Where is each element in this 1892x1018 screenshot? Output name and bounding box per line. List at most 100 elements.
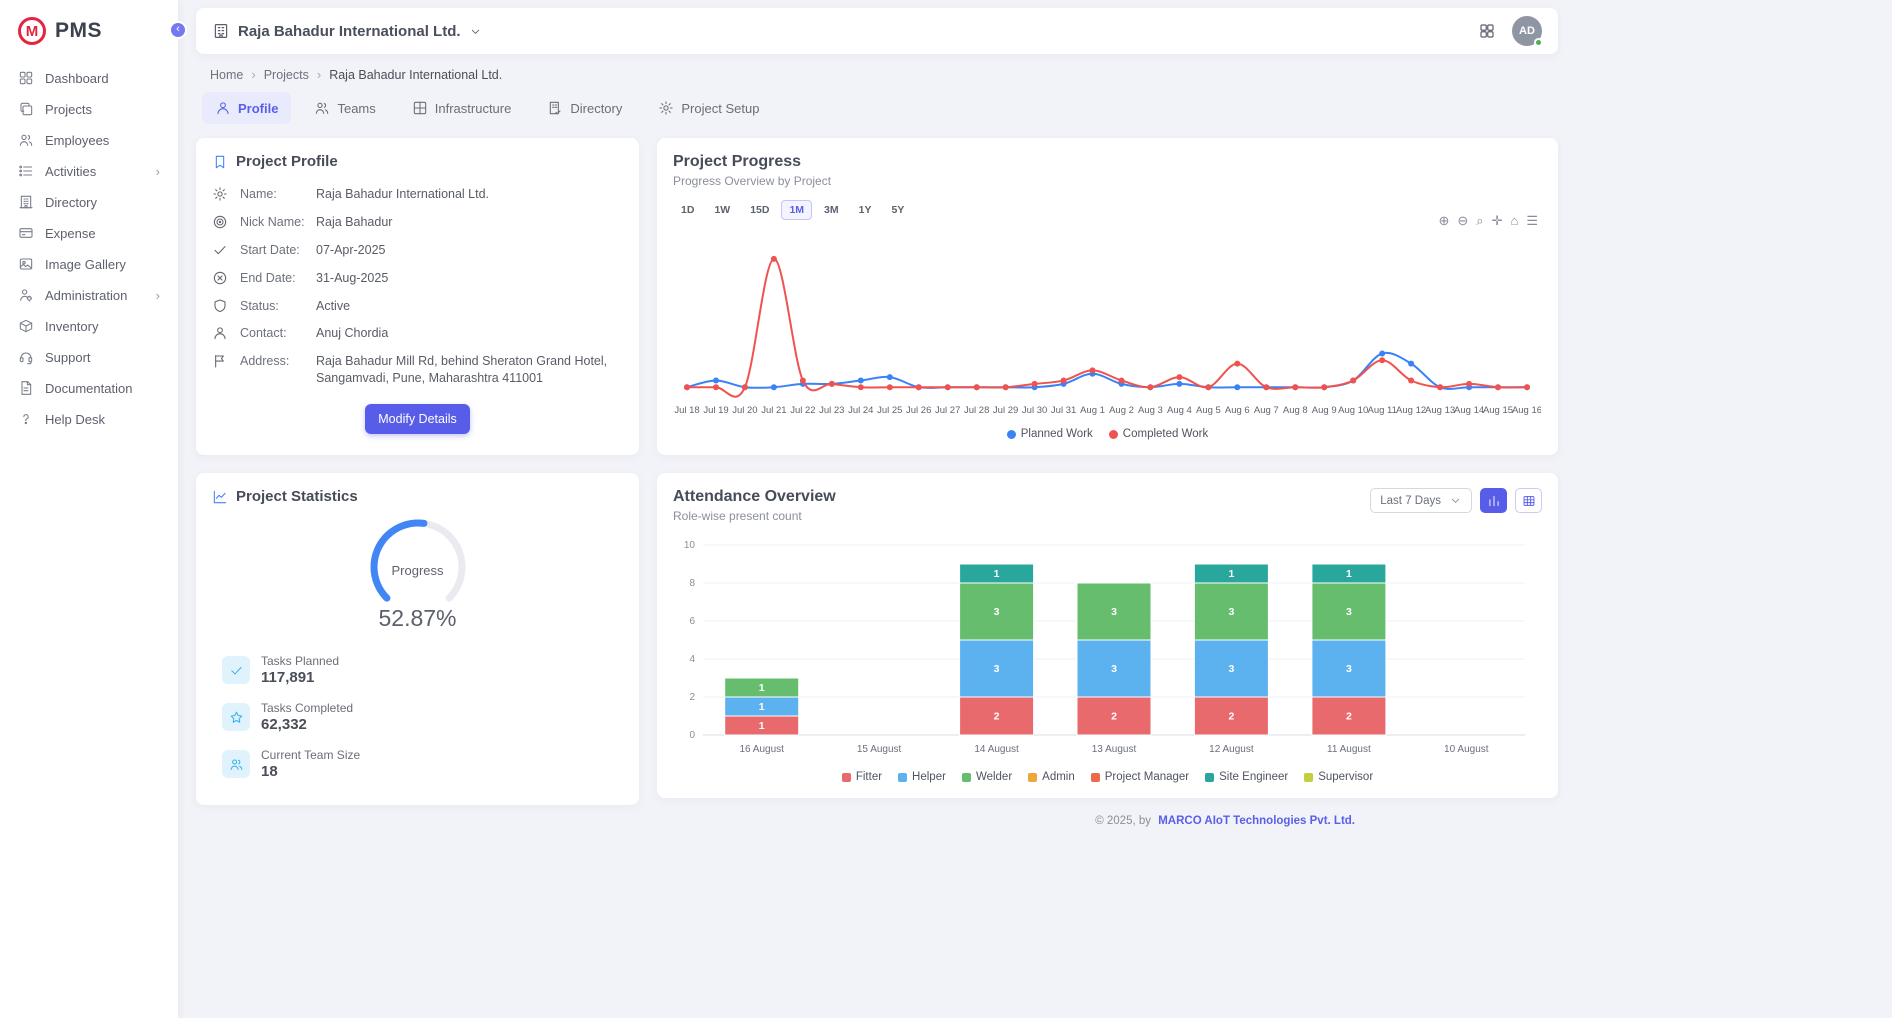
- pan-icon[interactable]: ✛: [1492, 214, 1503, 227]
- svg-text:Aug 3: Aug 3: [1138, 405, 1163, 416]
- administration-icon: [18, 287, 34, 303]
- activities-icon: [18, 163, 34, 179]
- apps-grid-icon[interactable]: [1478, 22, 1496, 40]
- zoom-icon[interactable]: ⌕: [1476, 214, 1483, 227]
- gear-icon: [658, 100, 674, 116]
- sidebar-item-inventory[interactable]: Inventory: [10, 311, 168, 341]
- range-1d-button[interactable]: 1D: [673, 200, 702, 220]
- tab-profile[interactable]: Profile: [202, 92, 291, 124]
- field-label: Status:: [240, 298, 306, 315]
- svg-text:3: 3: [1346, 663, 1352, 675]
- footer-link[interactable]: MARCO AIoT Technologies Pvt. Ltd.: [1158, 815, 1355, 827]
- svg-text:Aug 15: Aug 15: [1483, 405, 1513, 416]
- legend-item-welder[interactable]: Welder: [962, 771, 1012, 783]
- svg-text:Jul 19: Jul 19: [703, 405, 728, 416]
- stat-label: Current Team Size: [261, 748, 360, 762]
- sidebar-item-documentation[interactable]: Documentation: [10, 373, 168, 403]
- tab-project-setup[interactable]: Project Setup: [645, 92, 772, 124]
- directory-check-icon: [547, 100, 563, 116]
- range-3m-button[interactable]: 3M: [816, 200, 847, 220]
- stat-value: 18: [261, 763, 360, 780]
- company-selector[interactable]: Raja Bahadur International Ltd.: [212, 22, 482, 40]
- attendance-titles: Attendance Overview Role-wise present co…: [673, 488, 836, 523]
- profile-field-end-date: End Date: 31-Aug-2025: [212, 270, 623, 287]
- date-range-select[interactable]: Last 7 Days: [1370, 488, 1472, 513]
- chevron-right-icon: ›: [317, 67, 321, 82]
- legend-item-supervisor[interactable]: Supervisor: [1304, 771, 1373, 783]
- sidebar-item-activities[interactable]: Activities ›: [10, 156, 168, 186]
- svg-text:8: 8: [689, 578, 695, 589]
- range-1y-button[interactable]: 1Y: [851, 200, 880, 220]
- zoom-out-icon[interactable]: ⊖: [1457, 214, 1468, 227]
- project-progress-card: Project Progress Progress Overview by Pr…: [657, 138, 1558, 455]
- svg-text:2: 2: [1228, 711, 1234, 723]
- range-15d-button[interactable]: 15D: [742, 200, 777, 220]
- breadcrumb-item-projects[interactable]: Projects: [264, 68, 309, 82]
- tab-directory[interactable]: Directory: [534, 92, 635, 124]
- svg-text:Jul 31: Jul 31: [1051, 405, 1076, 416]
- profile-field-start-date: Start Date: 07-Apr-2025: [212, 242, 623, 259]
- breadcrumb-item-home[interactable]: Home: [210, 68, 243, 82]
- svg-text:Aug 16: Aug 16: [1512, 405, 1541, 416]
- zoom-in-icon[interactable]: ⊕: [1438, 214, 1449, 227]
- legend-item-helper[interactable]: Helper: [898, 771, 946, 783]
- range-1w-button[interactable]: 1W: [706, 200, 738, 220]
- sidebar-item-help-desk[interactable]: Help Desk: [10, 404, 168, 434]
- support-icon: [18, 349, 34, 365]
- sidebar-item-support[interactable]: Support: [10, 342, 168, 372]
- sidebar-item-image-gallery[interactable]: Image Gallery: [10, 249, 168, 279]
- range-1m-button[interactable]: 1M: [781, 200, 812, 220]
- brand-logo[interactable]: M PMS: [0, 0, 178, 57]
- legend-item-project-manager[interactable]: Project Manager: [1091, 771, 1189, 783]
- employees-icon: [18, 132, 34, 148]
- documentation-icon: [18, 380, 34, 396]
- legend-item-planned-work[interactable]: Planned Work: [1007, 428, 1093, 440]
- attendance-bar-chart[interactable]: 024681011116 August15 August233114 Augus…: [673, 535, 1541, 767]
- home-icon[interactable]: ⌂: [1510, 214, 1518, 227]
- check-icon: [229, 663, 244, 678]
- brand-logo-icon: M: [18, 17, 46, 45]
- user-avatar[interactable]: AD: [1512, 16, 1542, 46]
- menu-icon[interactable]: ☰: [1526, 214, 1538, 227]
- legend-item-fitter[interactable]: Fitter: [842, 771, 882, 783]
- range-5y-button[interactable]: 5Y: [883, 200, 912, 220]
- sidebar-item-dashboard[interactable]: Dashboard: [10, 63, 168, 93]
- sidebar-item-administration[interactable]: Administration ›: [10, 280, 168, 310]
- sidebar-item-expense[interactable]: Expense: [10, 218, 168, 248]
- attendance-controls: Last 7 Days: [1370, 488, 1542, 513]
- sidebar-collapse-button[interactable]: ‹: [169, 21, 187, 39]
- svg-text:3: 3: [1228, 606, 1234, 618]
- stat-item-tasks-completed: Tasks Completed 62,332: [222, 701, 623, 733]
- breadcrumb: Home›Projects›Raja Bahadur International…: [210, 67, 1554, 82]
- progress-line-chart[interactable]: Jul 18Jul 19Jul 20Jul 21Jul 22Jul 23Jul …: [673, 226, 1541, 424]
- sidebar-item-employees[interactable]: Employees: [10, 125, 168, 155]
- modify-details-button[interactable]: Modify Details: [365, 404, 470, 434]
- footer-text: © 2025, by: [1095, 815, 1151, 827]
- field-label: Name:: [240, 186, 306, 203]
- tab-label: Project Setup: [681, 101, 759, 116]
- topbar: Raja Bahadur International Ltd. AD: [196, 8, 1558, 54]
- employees-icon: [314, 100, 330, 116]
- chevron-down-icon: [469, 25, 482, 38]
- bar-view-toggle-button[interactable]: [1480, 488, 1507, 513]
- table-view-toggle-button[interactable]: [1515, 488, 1542, 513]
- sidebar-item-directory[interactable]: Directory: [10, 187, 168, 217]
- legend-item-completed-work[interactable]: Completed Work: [1109, 428, 1208, 440]
- card-subtitle: Role-wise present count: [673, 509, 836, 523]
- breadcrumb-item-raja-bahadur-international-ltd[interactable]: Raja Bahadur International Ltd.: [329, 68, 502, 82]
- tab-label: Directory: [570, 101, 622, 116]
- stat-label: Tasks Completed: [261, 701, 353, 715]
- legend-item-admin[interactable]: Admin: [1028, 771, 1075, 783]
- svg-text:Jul 23: Jul 23: [819, 405, 844, 416]
- legend-item-site-engineer[interactable]: Site Engineer: [1205, 771, 1288, 783]
- svg-text:Aug 13: Aug 13: [1425, 405, 1455, 416]
- sidebar-item-projects[interactable]: Projects: [10, 94, 168, 124]
- tab-label: Profile: [238, 101, 278, 116]
- svg-text:Aug 1: Aug 1: [1080, 405, 1105, 416]
- tab-label: Infrastructure: [435, 101, 512, 116]
- tab-teams[interactable]: Teams: [301, 92, 388, 124]
- line-chart-legend: Planned Work Completed Work: [673, 428, 1542, 440]
- svg-text:2: 2: [1346, 711, 1352, 723]
- footer: © 2025, by MARCO AIoT Technologies Pvt. …: [196, 815, 1558, 827]
- tab-infrastructure[interactable]: Infrastructure: [399, 92, 525, 124]
